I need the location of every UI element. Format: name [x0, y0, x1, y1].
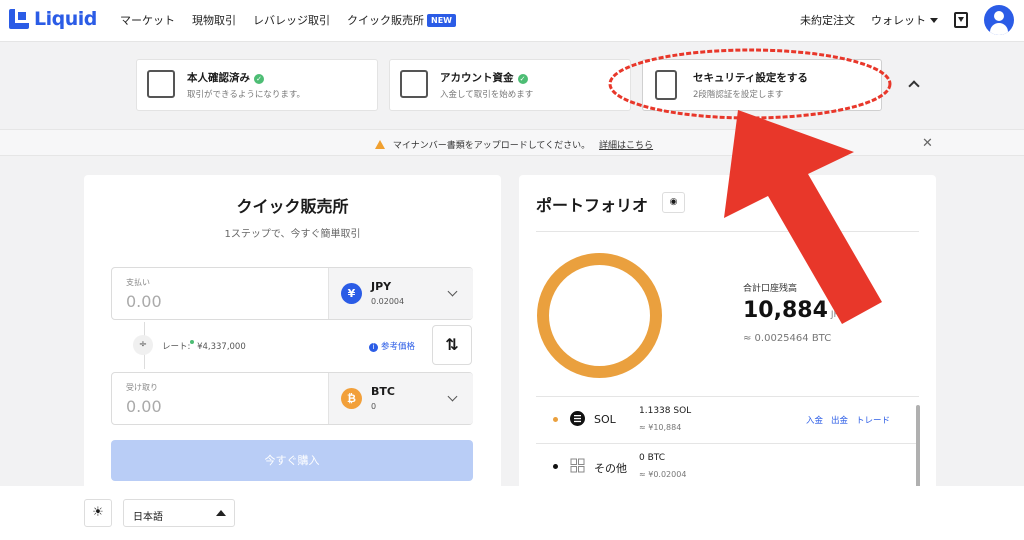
- grid-icon: [570, 458, 585, 473]
- wallet-label: ウォレット: [871, 14, 926, 27]
- nav-market[interactable]: マーケット: [120, 12, 175, 28]
- asset-name: SOL: [594, 413, 616, 426]
- balance-unit: JPY: [830, 310, 845, 320]
- deposit-link[interactable]: 入金: [806, 416, 823, 426]
- portfolio-title: ポートフォリオ: [536, 196, 649, 215]
- step-title: セキュリティ設定をする: [693, 72, 808, 84]
- portfolio-donut-chart: [537, 253, 662, 378]
- receive-amount-input[interactable]: 0.00: [126, 397, 162, 416]
- portfolio-card: ポートフォリオ ◉ 合計口座残高 10,884 JPY ≈ 0.0025464 B…: [519, 175, 936, 495]
- notice-text: マイナンバー書類をアップロードしてください。: [392, 141, 591, 151]
- new-badge: NEW: [427, 14, 456, 27]
- language-value: 日本語: [133, 512, 163, 523]
- asset-name: その他: [594, 462, 627, 475]
- collapse-chevron-up-icon[interactable]: [904, 75, 924, 95]
- asset-amount: 1.1338 SOL: [639, 406, 692, 416]
- step-identity-verified[interactable]: 本人確認済み ✓ 取引ができるようになります。: [136, 59, 378, 111]
- pay-amount-input[interactable]: 0.00: [126, 292, 162, 311]
- bitcoin-icon: ₿: [341, 388, 362, 409]
- pending-orders-link[interactable]: 未約定注文: [800, 12, 855, 28]
- buy-now-button[interactable]: 今すぐ購入: [111, 440, 473, 481]
- balance-amount: 10,884: [743, 298, 828, 323]
- legend-dot: [553, 464, 558, 469]
- asset-row[interactable]: SOL 1.1338 SOL ≈ ¥10,884 入金 出金 トレード: [536, 397, 916, 443]
- receive-label: 受け取り: [126, 383, 158, 392]
- check-icon: ✓: [517, 74, 528, 84]
- info-icon: i: [369, 343, 378, 352]
- currency-balance: 0.02004: [371, 297, 405, 306]
- currency-balance: 0: [371, 402, 377, 411]
- warning-icon: [375, 140, 385, 149]
- step-title: アカウント資金: [440, 72, 514, 84]
- asset-jpy: ≈ ¥10,884: [639, 423, 682, 432]
- step-subtitle: 2段階認証を設定します: [693, 90, 784, 100]
- withdraw-link[interactable]: 出金: [831, 416, 848, 426]
- footer: ☀ 日本語: [0, 486, 1024, 540]
- currency-code: BTC: [371, 385, 395, 398]
- live-dot-icon: [190, 340, 195, 344]
- receive-field[interactable]: 受け取り 0.00 ₿ BTC 0: [111, 372, 473, 425]
- yen-icon: ¥: [341, 283, 362, 304]
- rate-label: レート:: [162, 342, 191, 352]
- eye-icon[interactable]: ◉: [662, 192, 685, 213]
- quick-exchange-card: クイック販売所 1ステップで、今すぐ簡単取引 支払い 0.00 ¥ JPY 0.…: [84, 175, 501, 490]
- logo-text: Liquid: [34, 8, 97, 30]
- solana-icon: [570, 411, 585, 426]
- main-nav: マーケット 現物取引 レバレッジ取引 クイック販売所 NEW: [120, 12, 473, 28]
- balance-value: 10,884 JPY: [743, 298, 844, 323]
- sun-icon[interactable]: ☀: [84, 499, 112, 527]
- quick-subtitle: 1ステップで、今すぐ簡単取引: [224, 229, 361, 240]
- wallet-menu[interactable]: ウォレット: [871, 12, 938, 28]
- caret-down-icon: [930, 18, 938, 23]
- top-navbar: Liquid マーケット 現物取引 レバレッジ取引 クイック販売所 NEW 未約定…: [0, 0, 1024, 42]
- rate-icon: ÷: [133, 335, 153, 355]
- asset-row[interactable]: その他 0 BTC ≈ ¥0.02004: [536, 444, 916, 490]
- asset-amount: 0 BTC: [639, 453, 666, 463]
- rate-value: ¥4,337,000: [197, 342, 246, 352]
- reference-price-label: 参考価格: [381, 342, 416, 352]
- swap-button[interactable]: ⇅: [432, 325, 472, 365]
- nav-quick-exchange[interactable]: クイック販売所 NEW: [347, 12, 456, 28]
- pay-label: 支払い: [126, 278, 150, 287]
- pay-field[interactable]: 支払い 0.00 ¥ JPY 0.02004: [111, 267, 473, 320]
- wallet-icon: [400, 70, 428, 98]
- balance-btc: ≈ 0.0025464 BTC: [743, 333, 832, 344]
- scrollbar[interactable]: [916, 405, 920, 490]
- reference-price-link[interactable]: i 参考価格: [369, 340, 415, 352]
- close-icon[interactable]: ✕: [922, 136, 933, 151]
- liquid-logo[interactable]: Liquid: [9, 8, 97, 30]
- nav-spot-trading[interactable]: 現物取引: [192, 12, 236, 28]
- notice-bar: マイナンバー書類をアップロードしてください。 詳細はこちら ✕: [0, 129, 1024, 156]
- notice-details-link[interactable]: 詳細はこちら: [599, 141, 653, 151]
- step-account-funding[interactable]: アカウント資金 ✓ 入金して取引を始めます: [389, 59, 631, 111]
- asset-jpy: ≈ ¥0.02004: [639, 470, 687, 479]
- step-security-setup[interactable]: セキュリティ設定をする 2段階認証を設定します: [642, 59, 882, 111]
- rate-row: ÷ レート: ¥4,337,000 i 参考価格: [111, 322, 473, 369]
- step-title: 本人確認済み: [187, 72, 250, 84]
- divider: [536, 231, 919, 232]
- balance-label: 合計口座残高: [743, 284, 798, 294]
- phone-lock-icon: [655, 70, 677, 100]
- language-select[interactable]: 日本語: [123, 499, 235, 527]
- header-actions: 未約定注文 ウォレット: [800, 5, 1014, 35]
- onboarding-steps: 本人確認済み ✓ 取引ができるようになります。 アカウント資金 ✓ 入金して取引を始…: [0, 43, 1024, 129]
- liquid-logo-icon: [9, 9, 29, 29]
- pay-currency-select[interactable]: ¥ JPY 0.02004: [328, 268, 473, 319]
- download-app-icon[interactable]: [954, 12, 968, 28]
- currency-code: JPY: [371, 280, 392, 293]
- legend-dot: [553, 417, 558, 422]
- chevron-down-icon: [447, 286, 458, 297]
- step-subtitle: 入金して取引を始めます: [440, 90, 534, 100]
- nav-leverage-trading[interactable]: レバレッジ取引: [253, 12, 330, 28]
- id-card-icon: [147, 70, 175, 98]
- trade-link[interactable]: トレード: [856, 416, 890, 426]
- check-icon: ✓: [254, 74, 264, 84]
- quick-title: クイック販売所: [236, 197, 349, 216]
- user-avatar[interactable]: [984, 5, 1014, 35]
- receive-currency-select[interactable]: ₿ BTC 0: [328, 373, 473, 424]
- chevron-down-icon: [447, 391, 458, 402]
- nav-quick-exchange-label: クイック販売所: [347, 14, 424, 27]
- caret-up-icon: [216, 510, 226, 516]
- step-subtitle: 取引ができるようになります。: [187, 90, 305, 100]
